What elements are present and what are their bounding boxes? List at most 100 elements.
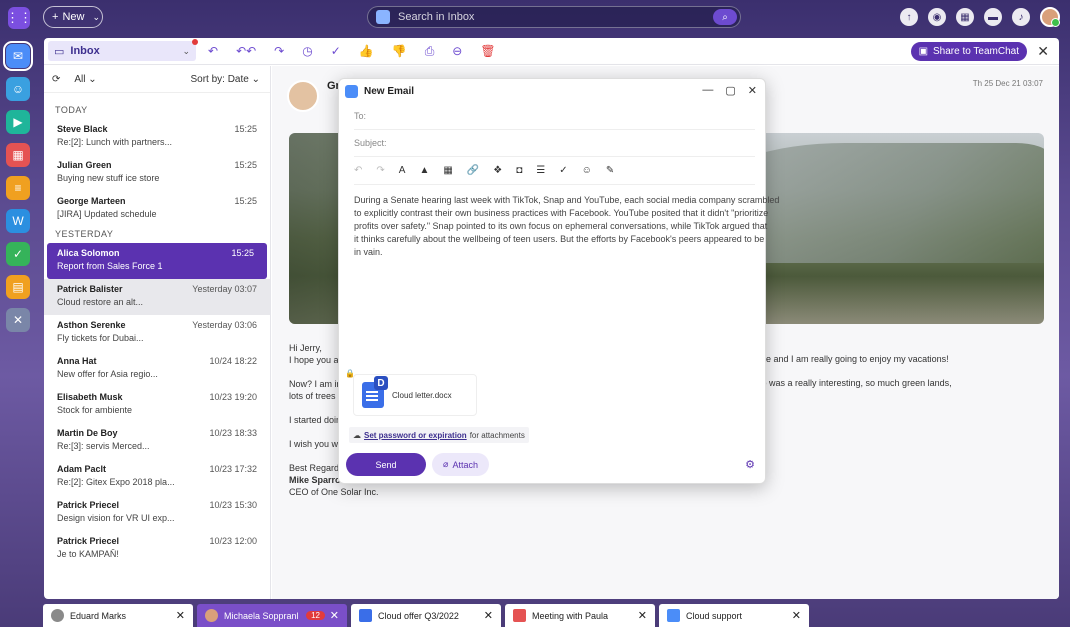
list-item[interactable]: Martin De Boy Re:[3]: servis Merced... 1… xyxy=(44,423,270,459)
search-icon[interactable]: ⌕ xyxy=(713,9,737,25)
task-label: Eduard Marks xyxy=(70,610,127,621)
compose-body[interactable]: During a Senate hearing last week with T… xyxy=(354,194,779,259)
list-item[interactable]: Adam Paclt Re:[2]: Gitex Expo 2018 pla..… xyxy=(44,459,270,495)
mail-time: 10/24 18:22 xyxy=(209,356,257,366)
camera-icon[interactable]: ◘ xyxy=(516,165,522,176)
search-bar[interactable]: Search in Inbox ⌕ xyxy=(367,6,741,28)
mail-icon xyxy=(376,10,390,24)
reply-icon[interactable]: ↶ xyxy=(208,44,218,59)
attach-button[interactable]: ⌀ Attach xyxy=(432,453,489,476)
body-line-right: trip was a really interesting, so much g… xyxy=(754,378,952,388)
to-field[interactable]: To: xyxy=(354,103,755,130)
notes-app-icon[interactable]: ≡ xyxy=(6,176,30,200)
thumbs-down-icon[interactable]: 👎 xyxy=(392,44,407,59)
list-icon[interactable]: ☰ xyxy=(536,165,545,176)
list-item[interactable]: Steve Black Re:[2]: Lunch with partners.… xyxy=(44,119,270,155)
mail-from: Steve Black xyxy=(57,124,108,134)
calendar-icon[interactable]: ▦ xyxy=(956,8,974,26)
list-item[interactable]: Patrick Priecel Je to KAMPAŇ! 10/23 12:0… xyxy=(44,531,270,567)
thumbs-up-icon[interactable]: 👍 xyxy=(359,44,374,59)
text-format-icon[interactable]: A xyxy=(399,165,406,176)
office-app-icon[interactable]: W xyxy=(6,209,30,233)
tools-app-icon[interactable]: ✕ xyxy=(6,308,30,332)
sort-label: Sort by: Date xyxy=(190,73,249,85)
image-icon[interactable]: ▲ xyxy=(419,165,429,176)
minimize-icon[interactable]: — xyxy=(702,84,713,97)
chat-icon[interactable]: ◉ xyxy=(928,8,946,26)
message-icon[interactable]: ▬ xyxy=(984,8,1002,26)
documents-app-icon[interactable]: ▤ xyxy=(6,275,30,299)
spellcheck-icon[interactable]: ✓ xyxy=(559,165,567,176)
top-icons: ↑ ◉ ▦ ▬ ♪ xyxy=(900,7,1060,27)
task-tab[interactable]: Meeting with Paula ✕ xyxy=(505,604,655,627)
close-icon[interactable]: ✕ xyxy=(176,609,185,622)
list-item[interactable]: Patrick Priecel Design vision for VR UI … xyxy=(44,495,270,531)
new-button[interactable]: + New ⌄ xyxy=(43,6,103,28)
chevron-down-icon: ⌄ xyxy=(182,45,190,56)
list-item[interactable]: Julian Green Buying new stuff ice store … xyxy=(44,155,270,191)
share-teamchat-button[interactable]: ▣ Share to TeamChat xyxy=(910,42,1027,61)
forward-icon[interactable]: ↷ xyxy=(274,44,284,59)
close-icon[interactable]: ✕ xyxy=(484,609,493,622)
body-line-right: time and I am really going to enjoy my v… xyxy=(754,354,949,364)
subject-field[interactable]: Subject: xyxy=(354,130,755,157)
mail-time: 15:25 xyxy=(234,196,257,206)
bell-icon[interactable]: ♪ xyxy=(1012,8,1030,26)
list-item[interactable]: George Marteen [JIRA] Updated schedule 1… xyxy=(44,191,270,227)
attachment-card[interactable]: D Cloud letter.docx xyxy=(353,374,477,416)
search-input[interactable]: Search in Inbox xyxy=(398,11,474,23)
filter-dropdown[interactable]: All ⌄ xyxy=(74,74,96,85)
contacts-app-icon[interactable]: ☺ xyxy=(6,77,30,101)
undo-icon[interactable]: ↶ xyxy=(354,165,362,176)
clock-icon[interactable]: ◷ xyxy=(302,44,312,59)
dropbox-icon[interactable]: ❖ xyxy=(493,165,502,176)
mail-time: 10/23 17:32 xyxy=(209,464,257,474)
task-label: Michaela Soppranl xyxy=(224,610,299,621)
close-icon[interactable]: ✕ xyxy=(1037,43,1049,60)
calendar-app-icon[interactable]: ▦ xyxy=(6,143,30,167)
table-icon[interactable]: ▦ xyxy=(443,165,452,176)
sort-dropdown[interactable]: Sort by: Date ⌄ xyxy=(190,74,260,85)
check-circle-icon[interactable]: ✓ xyxy=(331,44,341,59)
list-item[interactable]: Elisabeth Musk Stock for ambiente 10/23 … xyxy=(44,387,270,423)
block-icon[interactable]: ⊖ xyxy=(452,44,462,59)
task-tab[interactable]: Cloud offer Q3/2022 ✕ xyxy=(351,604,501,627)
upload-icon[interactable]: ↑ xyxy=(900,8,918,26)
task-tab-active[interactable]: Michaela Soppranl 12 ✕ xyxy=(197,604,347,627)
close-icon[interactable]: ✕ xyxy=(792,609,801,622)
pen-icon[interactable]: ✎ xyxy=(606,165,614,176)
list-item[interactable]: Asthon Serenke Fly tickets for Dubai... … xyxy=(44,315,270,351)
mail-icon xyxy=(667,609,680,622)
refresh-icon[interactable]: ⟳ xyxy=(52,74,60,85)
window-controls: — ▢ ✕ xyxy=(702,84,757,97)
maximize-icon[interactable]: ▢ xyxy=(725,84,735,97)
list-item-selected[interactable]: Alica Solomon Report from Sales Force 1 … xyxy=(47,243,267,279)
password-link[interactable]: Set password or expiration xyxy=(364,431,467,440)
user-avatar[interactable] xyxy=(1040,7,1060,27)
mail-app-icon[interactable]: ✉ xyxy=(3,41,33,71)
close-icon[interactable]: ✕ xyxy=(638,609,647,622)
close-icon[interactable]: ✕ xyxy=(330,609,339,622)
print-icon[interactable]: ⎙ xyxy=(425,44,435,59)
mail-from: George Marteen xyxy=(57,196,126,206)
signature-title: CEO of One Solar Inc. xyxy=(289,487,379,497)
list-item[interactable]: Patrick Balister Cloud restore an alt...… xyxy=(44,279,270,315)
emoji-icon[interactable]: ☺ xyxy=(582,165,592,176)
tasks-app-icon[interactable]: ✓ xyxy=(6,242,30,266)
close-icon[interactable]: ✕ xyxy=(748,84,757,97)
link-icon[interactable]: 🔗 xyxy=(467,165,479,176)
mail-time: 15:25 xyxy=(234,124,257,134)
redo-icon[interactable]: ↷ xyxy=(376,165,384,176)
folder-selector[interactable]: ▭ Inbox ⌄ xyxy=(48,39,198,61)
apps-grid-icon[interactable]: ⋮⋮ xyxy=(6,7,32,29)
task-tab[interactable]: Eduard Marks ✕ xyxy=(43,604,193,627)
reply-all-icon[interactable]: ↶↶ xyxy=(236,44,256,59)
gear-icon[interactable]: ⚙ xyxy=(745,458,755,471)
video-app-icon[interactable]: ▶ xyxy=(6,110,30,134)
mail-time: 15:25 xyxy=(234,160,257,170)
list-item[interactable]: Anna Hat New offer for Asia regio... 10/… xyxy=(44,351,270,387)
task-tab[interactable]: Cloud support ✕ xyxy=(659,604,809,627)
mail-time: 15:25 xyxy=(231,248,254,258)
send-button[interactable]: Send xyxy=(346,453,426,476)
trash-icon[interactable]: 🗑 xyxy=(480,44,495,59)
